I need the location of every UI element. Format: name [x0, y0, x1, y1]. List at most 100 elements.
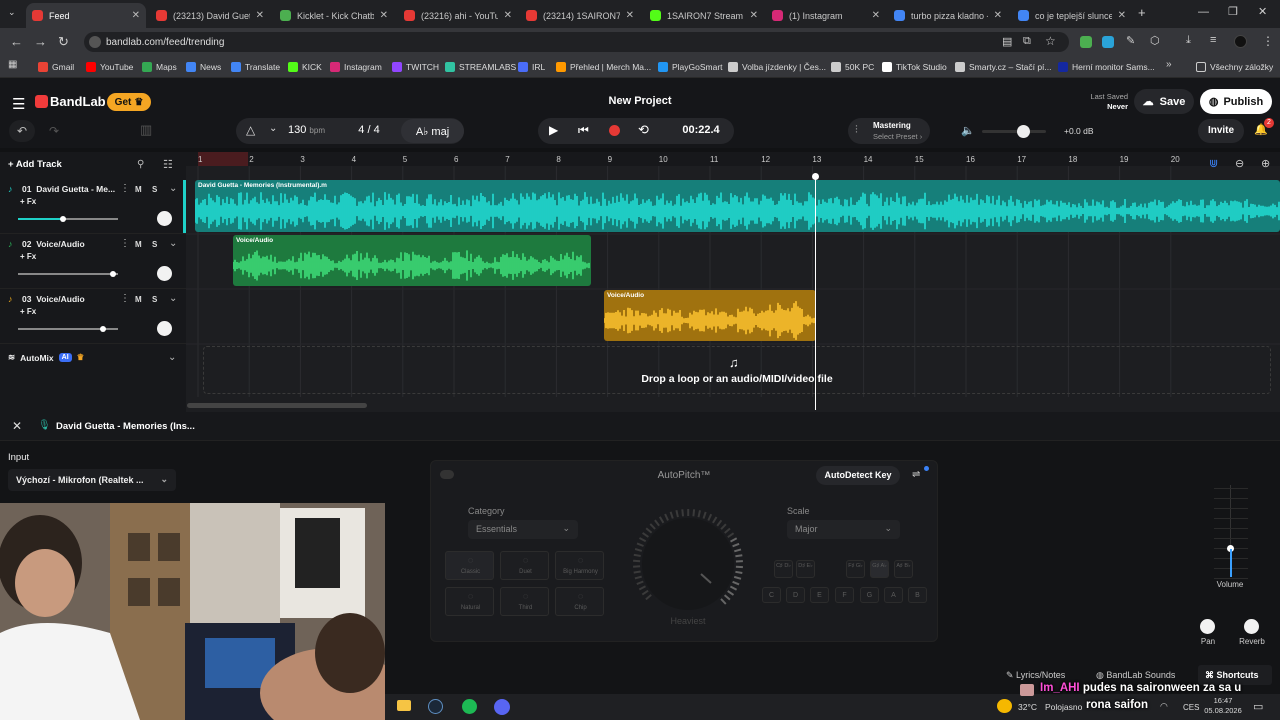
file-explorer-icon[interactable] — [397, 700, 411, 711]
steam-icon[interactable] — [428, 699, 443, 714]
clip-track-1[interactable]: David Guetta - Memories (Instrumental).m — [195, 180, 1280, 232]
forward-icon[interactable]: → — [34, 34, 47, 49]
category-select[interactable]: Essentials ⌄ — [468, 520, 578, 539]
media-icon[interactable]: ≡ — [1210, 34, 1216, 46]
input-language[interactable]: CES — [1183, 703, 1199, 712]
publish-button[interactable]: ◍ Publish — [1200, 89, 1272, 114]
undo-icon[interactable]: ↶ — [9, 120, 35, 142]
redo-icon[interactable]: ↷ — [41, 120, 67, 142]
ruler-bar-number[interactable]: 20 — [1171, 155, 1180, 164]
bookmark-item[interactable]: IRL — [518, 59, 545, 75]
track-expand-chevron-icon[interactable]: ⌄ — [169, 183, 177, 194]
mute-button[interactable]: M — [135, 185, 142, 194]
track-expand-chevron-icon[interactable]: ⌄ — [169, 293, 177, 304]
download-icon[interactable]: ⤓ — [1186, 34, 1191, 47]
bookmark-item[interactable]: TikTok Studio — [882, 59, 947, 75]
track-pan-knob[interactable] — [157, 211, 172, 226]
maximize-icon[interactable]: ❐ — [1228, 5, 1238, 18]
new-tab-icon[interactable]: + — [1138, 5, 1146, 20]
tab-close-icon[interactable]: ✕ — [872, 10, 880, 21]
add-fx-button[interactable]: + Fx — [20, 252, 36, 261]
all-bookmarks[interactable]: Všechny záložky — [1196, 59, 1273, 75]
track-name[interactable]: 01 David Guetta - Me... — [22, 184, 115, 194]
ruler-bar-number[interactable]: 9 — [608, 155, 612, 164]
bookmark-item[interactable]: Instagram — [330, 59, 382, 75]
add-track-button[interactable]: + Add Track — [8, 159, 62, 170]
automix-row[interactable]: ≋ AutoMix AI ♛ — [8, 352, 84, 363]
site-info-icon[interactable] — [89, 36, 101, 48]
style-option[interactable]: ◌ Natural — [445, 587, 494, 616]
bookmark-item[interactable]: YouTube — [86, 59, 133, 75]
notification-center-icon[interactable]: ▭ — [1253, 700, 1263, 713]
bandlab-sounds-button[interactable]: ◍ BandLab Sounds — [1096, 670, 1175, 681]
tab-6[interactable]: 1SAIRON7 Stream - ✕ — [644, 3, 764, 28]
ruler-bar-number[interactable]: 13 — [812, 155, 821, 164]
playhead-handle[interactable] — [812, 173, 819, 180]
ruler-bar-number[interactable]: 3 — [300, 155, 304, 164]
solo-button[interactable]: S — [152, 295, 157, 304]
solo-button[interactable]: S — [152, 185, 157, 194]
skip-to-start-button[interactable]: ⏮ — [578, 123, 589, 138]
track-header-02[interactable]: ♪ 02 Voice/Audio ⋮ M S ⌄ + Fx — [0, 235, 186, 289]
menu-dots-icon[interactable]: ⋮ — [1262, 34, 1274, 48]
tab-4[interactable]: (23216) ahi - YouTube ✕ — [398, 3, 518, 28]
track-header-03[interactable]: ♪ 03 Voice/Audio ⋮ M S ⌄ + Fx — [0, 290, 186, 344]
master-volume-thumb[interactable] — [1017, 125, 1030, 138]
tab-close-icon[interactable]: ✕ — [994, 10, 1002, 21]
bookmark-item[interactable]: Herní monitor Sams... — [1058, 59, 1155, 75]
tab-close-icon[interactable]: ✕ — [626, 10, 634, 21]
invite-button[interactable]: Invite — [1198, 119, 1244, 143]
ruler-bar-number[interactable]: 14 — [864, 155, 873, 164]
style-option[interactable]: ◌ Duet — [500, 551, 549, 580]
ruler-bar-number[interactable]: 12 — [761, 155, 770, 164]
tab-close-icon[interactable]: ✕ — [380, 10, 388, 21]
loop-button[interactable]: ⟲ — [638, 122, 649, 138]
close-panel-icon[interactable]: ✕ — [12, 419, 22, 433]
bookmark-item[interactable]: PlayGoSmart — [658, 59, 723, 75]
mute-speaker-icon[interactable]: 🔈 — [961, 124, 975, 137]
bookmark-item[interactable]: Přehled | Merch Ma... — [556, 59, 651, 75]
clip-track-3[interactable]: Voice/Audio — [604, 290, 816, 341]
input-device-select[interactable]: Výchozí - Mikrofon (Realtek ... ⌄ — [8, 469, 176, 491]
track-settings-icon[interactable]: ☷ — [163, 158, 173, 171]
tab-close-icon[interactable]: ✕ — [132, 10, 140, 21]
playhead[interactable] — [815, 176, 816, 410]
bookmark-item[interactable]: Gmail — [38, 59, 74, 75]
add-fx-button[interactable]: + Fx — [20, 307, 36, 316]
ruler-bar-number[interactable]: 8 — [556, 155, 560, 164]
tab-2[interactable]: (23213) David Guetta ✕ — [150, 3, 270, 28]
track-volume-thumb[interactable] — [110, 271, 116, 277]
tab-close-icon[interactable]: ✕ — [256, 10, 264, 21]
pitch-dial[interactable] — [628, 508, 748, 618]
reload-icon[interactable]: ↻ — [58, 34, 69, 50]
track-menu-icon[interactable]: ⋮ — [120, 293, 130, 304]
weather-icon[interactable] — [997, 699, 1012, 713]
extension-icon[interactable] — [1080, 36, 1092, 48]
save-button[interactable]: ☁ Save — [1134, 89, 1194, 114]
metronome-menu-chevron-icon[interactable]: ⌄ — [269, 123, 277, 134]
sharp-key-button[interactable]: F♯ G♭ — [846, 560, 865, 578]
ruler-bar-number[interactable]: 15 — [915, 155, 924, 164]
ruler-bar-number[interactable]: 1 — [198, 155, 202, 164]
metronome-icon[interactable]: △ — [246, 123, 255, 137]
apps-grid-icon[interactable]: ▦ — [8, 59, 17, 70]
track-expand-chevron-icon[interactable]: ⌄ — [169, 238, 177, 249]
style-option[interactable]: ◌ Chip — [555, 587, 604, 616]
ruler-bar-number[interactable]: 16 — [966, 155, 975, 164]
bookmark-item[interactable]: KICK — [288, 59, 322, 75]
mute-button[interactable]: M — [135, 295, 142, 304]
system-clock[interactable]: 16:47 05.08.2026 — [1200, 696, 1246, 716]
extension-icon[interactable] — [1102, 36, 1114, 48]
bookmark-item[interactable]: Smarty.cz – Stačí pí... — [955, 59, 1052, 75]
sharp-key-button[interactable]: G♯ A♭ — [870, 560, 889, 578]
bookmark-item[interactable]: Maps — [142, 59, 177, 75]
sharp-key-button[interactable]: D♯ E♭ — [796, 560, 815, 578]
track-header-01[interactable]: ♪ 01 David Guetta - Me... ⋮ M S ⌄ + Fx — [0, 180, 186, 234]
track-volume-thumb[interactable] — [100, 326, 106, 332]
tab-close-icon[interactable]: ✕ — [504, 10, 512, 21]
ruler-bar-number[interactable]: 4 — [352, 155, 356, 164]
add-fx-button[interactable]: + Fx — [20, 197, 36, 206]
ruler-bar-number[interactable]: 11 — [710, 155, 718, 164]
solo-button[interactable]: S — [152, 240, 157, 249]
extensions-puzzle-icon[interactable]: ⬡ — [1150, 34, 1160, 47]
